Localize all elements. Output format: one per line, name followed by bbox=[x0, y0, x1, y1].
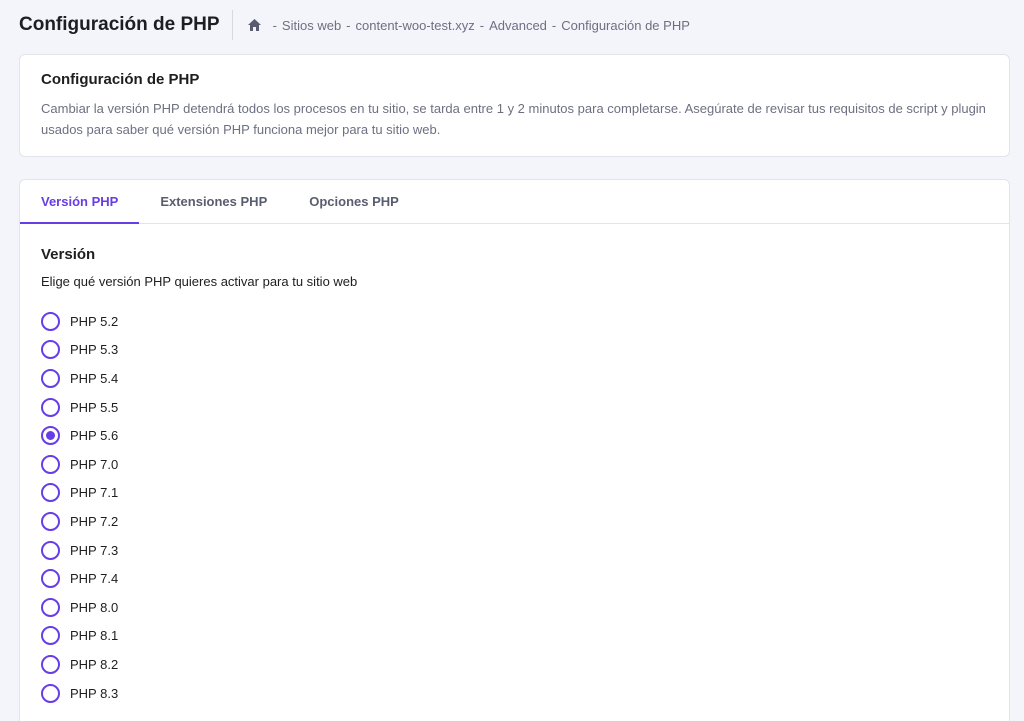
php-version-option[interactable]: PHP 5.4 bbox=[41, 364, 988, 393]
breadcrumb-separator: - bbox=[346, 17, 351, 33]
radio-button[interactable] bbox=[41, 683, 60, 703]
php-version-option[interactable]: PHP 8.1 bbox=[41, 622, 988, 651]
radio-button[interactable] bbox=[41, 654, 60, 674]
php-version-option[interactable]: PHP 5.3 bbox=[41, 336, 988, 365]
version-section: Versión Elige qué versión PHP quieres ac… bbox=[20, 224, 1009, 721]
radio-button[interactable] bbox=[41, 597, 60, 617]
radio-button[interactable] bbox=[41, 483, 60, 503]
radio-button[interactable] bbox=[41, 511, 60, 531]
radio-label: PHP 8.0 bbox=[70, 599, 119, 615]
radio-label: PHP 5.3 bbox=[70, 342, 119, 358]
info-card: Configuración de PHP Cambiar la versión … bbox=[19, 54, 1010, 157]
php-version-option[interactable]: PHP 5.6 bbox=[41, 421, 988, 450]
radio-button[interactable] bbox=[41, 426, 60, 446]
info-card-text: Cambiar la versión PHP detendrá todos lo… bbox=[41, 101, 986, 137]
radio-button[interactable] bbox=[41, 340, 60, 360]
radio-button[interactable] bbox=[41, 569, 60, 589]
radio-label: PHP 5.4 bbox=[70, 370, 119, 386]
breadcrumb-item-current: Configuración de PHP bbox=[561, 17, 690, 33]
radio-label: PHP 7.3 bbox=[70, 542, 119, 558]
page-title: Configuración de PHP bbox=[19, 10, 233, 40]
version-title: Versión bbox=[41, 246, 96, 263]
top-bar: Configuración de PHP - Sitios web - cont… bbox=[0, 0, 1024, 50]
php-version-radio-group: PHP 5.2 PHP 5.3 PHP 5.4 PHP 5.5 PHP 5.6 PHP 7… bbox=[41, 307, 988, 707]
radio-label: PHP 7.0 bbox=[70, 456, 119, 472]
tab-php-extensions[interactable]: Extensiones PHP bbox=[139, 180, 288, 224]
tab-php-options[interactable]: Opciones PHP bbox=[288, 180, 420, 224]
php-version-option[interactable]: PHP 7.1 bbox=[41, 479, 988, 508]
radio-label: PHP 8.2 bbox=[70, 656, 119, 672]
breadcrumb-separator: - bbox=[479, 17, 485, 33]
radio-label: PHP 7.1 bbox=[70, 485, 119, 501]
breadcrumb-separator: - bbox=[272, 17, 277, 33]
version-description: Elige qué versión PHP quieres activar pa… bbox=[41, 274, 358, 289]
php-version-option[interactable]: PHP 8.3 bbox=[41, 679, 988, 708]
radio-label: PHP 5.2 bbox=[70, 313, 119, 329]
breadcrumb-separator: - bbox=[551, 17, 557, 33]
php-version-option[interactable]: PHP 7.4 bbox=[41, 564, 988, 593]
radio-label: PHP 7.4 bbox=[70, 571, 119, 587]
radio-label: PHP 8.3 bbox=[70, 685, 119, 701]
breadcrumb-item-advanced[interactable]: Advanced bbox=[489, 18, 547, 33]
breadcrumb: - Sitios web - content-woo-test.xyz - Ad… bbox=[247, 18, 690, 33]
tab-php-version[interactable]: Versión PHP bbox=[20, 180, 140, 224]
radio-dot bbox=[46, 431, 55, 441]
radio-label: PHP 5.6 bbox=[70, 428, 119, 444]
radio-button[interactable] bbox=[41, 397, 60, 417]
radio-button[interactable] bbox=[41, 368, 60, 388]
radio-button[interactable] bbox=[41, 626, 60, 646]
radio-button[interactable] bbox=[41, 540, 60, 560]
radio-label: PHP 5.5 bbox=[70, 399, 119, 415]
php-settings-card: Versión PHP Extensiones PHP Opciones PHP… bbox=[19, 179, 1010, 721]
info-card-title: Configuración de PHP bbox=[41, 71, 200, 88]
php-version-option[interactable]: PHP 8.2 bbox=[41, 650, 988, 679]
radio-button[interactable] bbox=[41, 311, 60, 331]
tab-bar: Versión PHP Extensiones PHP Opciones PHP bbox=[20, 180, 1009, 224]
php-version-option[interactable]: PHP 7.0 bbox=[41, 450, 988, 479]
radio-button[interactable] bbox=[41, 454, 60, 474]
php-version-option[interactable]: PHP 5.2 bbox=[41, 307, 988, 336]
radio-label: PHP 7.2 bbox=[70, 513, 119, 529]
radio-label: PHP 8.1 bbox=[70, 628, 119, 644]
php-version-option[interactable]: PHP 7.3 bbox=[41, 536, 988, 565]
breadcrumb-item-websites[interactable]: Sitios web bbox=[282, 18, 341, 33]
breadcrumb-item-domain[interactable]: content-woo-test.xyz bbox=[356, 18, 475, 33]
php-version-option[interactable]: PHP 7.2 bbox=[41, 507, 988, 536]
php-version-option[interactable]: PHP 8.0 bbox=[41, 593, 988, 622]
php-version-option[interactable]: PHP 5.5 bbox=[41, 393, 988, 422]
home-icon[interactable] bbox=[247, 18, 262, 32]
